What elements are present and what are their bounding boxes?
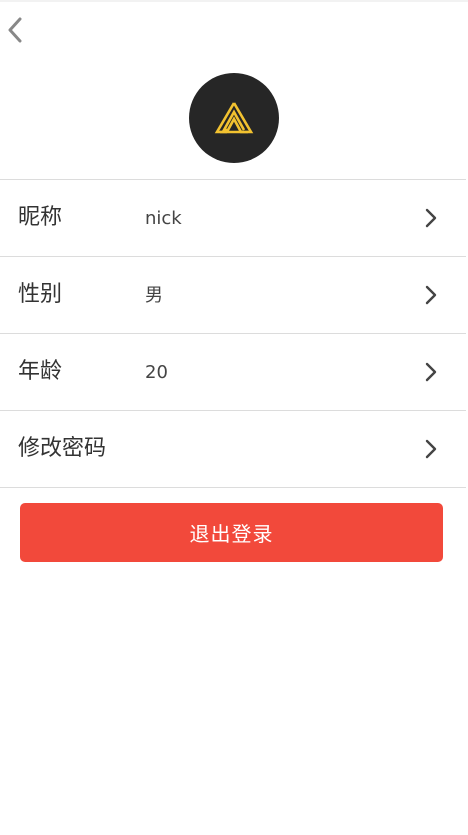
gender-row[interactable]: 性别 男 — [0, 257, 466, 334]
profile-settings-list: 昵称 nick 性别 男 年龄 20 修改密码 — [0, 179, 466, 488]
chevron-right-icon — [425, 208, 437, 228]
gender-value: 男 — [145, 285, 163, 306]
profile-settings-page: 昵称 nick 性别 男 年龄 20 修改密码 退出登录 — [0, 0, 468, 835]
logout-button[interactable]: 退出登录 — [20, 503, 443, 562]
avatar[interactable] — [189, 73, 279, 163]
app-logo-icon — [214, 102, 254, 134]
age-label: 年龄 — [18, 359, 63, 384]
chevron-right-icon — [425, 362, 437, 382]
nickname-value: nick — [145, 208, 182, 229]
nickname-row[interactable]: 昵称 nick — [0, 180, 466, 257]
gender-label: 性别 — [18, 282, 63, 307]
chevron-right-icon — [425, 439, 437, 459]
age-value: 20 — [145, 362, 168, 383]
change-password-row[interactable]: 修改密码 — [0, 411, 466, 488]
chevron-right-icon — [425, 285, 437, 305]
age-row[interactable]: 年龄 20 — [0, 334, 466, 411]
avatar-section — [0, 2, 468, 179]
nickname-label: 昵称 — [18, 205, 63, 230]
change-password-label: 修改密码 — [18, 436, 107, 461]
